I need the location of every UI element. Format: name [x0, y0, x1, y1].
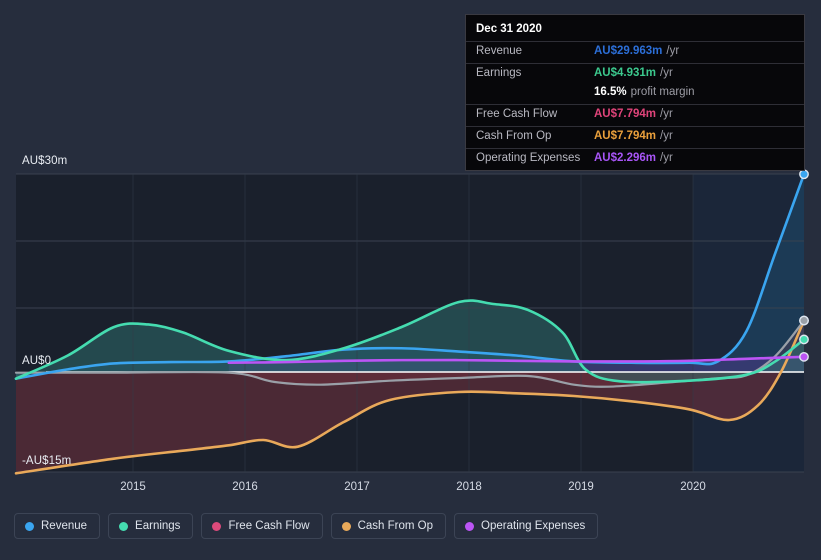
legend-item-free-cash-flow[interactable]: Free Cash Flow: [201, 513, 323, 539]
tooltip-value-free-cash-flow: AU$7.794m: [594, 108, 657, 120]
tooltip-unit-cash-from-op: /yr: [660, 130, 673, 142]
legend-label-earnings: Earnings: [135, 520, 181, 532]
tooltip-unit-free-cash-flow: /yr: [660, 108, 673, 120]
tooltip-label-revenue: Revenue: [476, 45, 523, 57]
legend-dot-free-cash-flow: [212, 521, 222, 531]
tooltip-value-earnings: AU$4.931m: [594, 67, 657, 79]
legend-dot-revenue: [25, 521, 34, 531]
tooltip-label-operating-expenses: Operating Expenses: [476, 152, 581, 164]
chart-tooltip: Dec 31 2020 Revenue AU$29.963m /yr Earni…: [465, 14, 805, 171]
tooltip-value-profit-margin: 16.5%: [594, 86, 627, 98]
legend-item-earnings[interactable]: Earnings: [108, 513, 194, 539]
tooltip-unit-earnings: /yr: [660, 67, 673, 79]
legend-label-free-cash-flow: Free Cash Flow: [228, 520, 310, 532]
tooltip-label-earnings: Earnings: [476, 67, 522, 79]
series-endpoint-revenue: [799, 169, 809, 180]
x-tick-2017: 2017: [344, 481, 370, 493]
legend-item-cash-from-op[interactable]: Cash From Op: [330, 513, 447, 539]
tooltip-row-operating-expenses: Operating Expenses AU$2.296m /yr: [466, 148, 804, 170]
tooltip-value-operating-expenses: AU$2.296m: [594, 152, 657, 164]
x-tick-2020: 2020: [680, 481, 706, 493]
tooltip-value-revenue: AU$29.963m: [594, 45, 663, 57]
chart-legend: Revenue Earnings Free Cash Flow Cash Fro…: [14, 513, 599, 539]
legend-item-operating-expenses[interactable]: Operating Expenses: [454, 513, 599, 539]
tooltip-row-profit-margin: 16.5% profit margin: [466, 85, 804, 104]
legend-dot-earnings: [119, 521, 129, 531]
tooltip-text-profit-margin: profit margin: [630, 86, 695, 98]
tooltip-unit-revenue: /yr: [666, 45, 680, 57]
legend-dot-cash-from-op: [341, 521, 351, 531]
legend-dot-operating-expenses: [465, 521, 475, 531]
x-tick-2018: 2018: [456, 481, 482, 493]
tooltip-unit-operating-expenses: /yr: [660, 152, 673, 164]
tooltip-label-free-cash-flow: Free Cash Flow: [476, 108, 558, 120]
legend-label-cash-from-op: Cash From Op: [357, 520, 434, 532]
x-tick-2016: 2016: [232, 481, 258, 493]
tooltip-row-free-cash-flow: Free Cash Flow AU$7.794m /yr: [466, 104, 804, 126]
legend-item-revenue[interactable]: Revenue: [14, 513, 101, 539]
x-tick-2015: 2015: [120, 481, 146, 493]
y-tick-neg15m: -AU$15m: [22, 455, 72, 467]
series-endpoint-earnings: [799, 334, 809, 345]
x-tick-2019: 2019: [568, 481, 594, 493]
legend-label-revenue: Revenue: [41, 520, 88, 532]
series-endpoint-free-cash-flow: [799, 315, 809, 326]
y-tick-30m: AU$30m: [22, 155, 68, 167]
series-endpoint-operating-expenses: [799, 351, 809, 362]
legend-label-operating-expenses: Operating Expenses: [481, 520, 586, 532]
tooltip-row-revenue: Revenue AU$29.963m /yr: [466, 41, 804, 63]
y-tick-0: AU$0: [22, 355, 52, 367]
tooltip-row-cash-from-op: Cash From Op AU$7.794m /yr: [466, 126, 804, 148]
tooltip-label-cash-from-op: Cash From Op: [476, 130, 552, 142]
tooltip-value-cash-from-op: AU$7.794m: [594, 130, 657, 142]
tooltip-row-earnings: Earnings AU$4.931m /yr: [466, 63, 804, 85]
tooltip-date: Dec 31 2020: [476, 23, 542, 35]
